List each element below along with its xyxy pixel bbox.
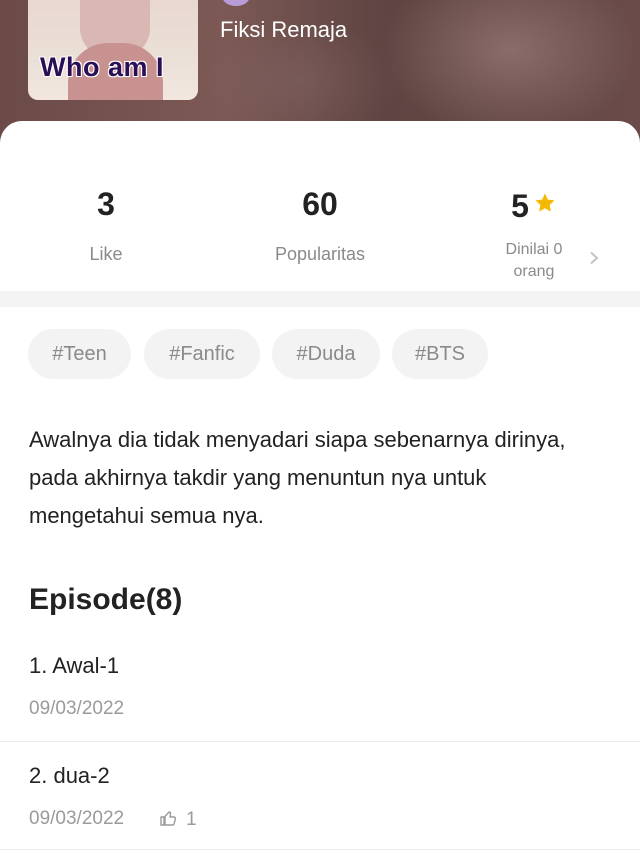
stat-popularity: 60 Popularitas: [250, 185, 390, 265]
stat-rating[interactable]: 5 Dinilai 0 orang: [484, 185, 584, 283]
episode-separator: [0, 849, 640, 850]
rating-count-label: Dinilai 0 orang: [484, 239, 584, 283]
tag-chip[interactable]: #BTS: [392, 329, 488, 379]
rating-count-line1: Dinilai 0: [505, 241, 563, 258]
header-backdrop: [380, 0, 640, 140]
stats-row: 3 Like 60 Popularitas 5 Dinilai 0 orang: [0, 121, 640, 291]
rating-value: 5: [511, 188, 529, 224]
rating-value-row: 5: [484, 185, 584, 225]
episode-name: 2. dua-2: [29, 763, 110, 788]
episode-date: 09/03/2022: [29, 698, 125, 719]
book-genre[interactable]: Fiksi Remaja: [220, 17, 347, 43]
chevron-right-icon[interactable]: [588, 245, 600, 271]
section-divider: [0, 291, 640, 307]
cover-title: Who am I: [40, 52, 164, 82]
author-avatar[interactable]: [222, 0, 250, 6]
episode-date: 09/03/2022: [29, 808, 125, 829]
episode-like-count: 1: [186, 809, 197, 830]
star-icon: [533, 185, 557, 223]
episode-likes: 1: [158, 808, 197, 831]
popularity-count: 60: [302, 186, 338, 222]
episode-separator: [0, 741, 640, 742]
likes-count: 3: [97, 186, 115, 222]
tag-chip[interactable]: #Teen: [28, 329, 131, 379]
stat-likes: 3 Like: [56, 185, 156, 265]
book-detail-card: 3 Like 60 Popularitas 5 Dinilai 0 orang #…: [0, 121, 640, 853]
thumbs-up-icon: [160, 811, 177, 826]
book-cover[interactable]: Who am I: [28, 0, 198, 100]
book-description: Awalnya dia tidak menyadari siapa sebena…: [29, 427, 566, 528]
episodes-heading: Episode(8): [29, 583, 183, 616]
likes-label: Like: [89, 244, 123, 264]
rating-count-line2: orang: [513, 263, 555, 280]
episode-name: 1. Awal-1: [29, 653, 120, 678]
popularity-label: Popularitas: [274, 244, 366, 264]
tag-chip[interactable]: #Fanfic: [144, 329, 260, 379]
tag-chip[interactable]: #Duda: [272, 329, 380, 379]
